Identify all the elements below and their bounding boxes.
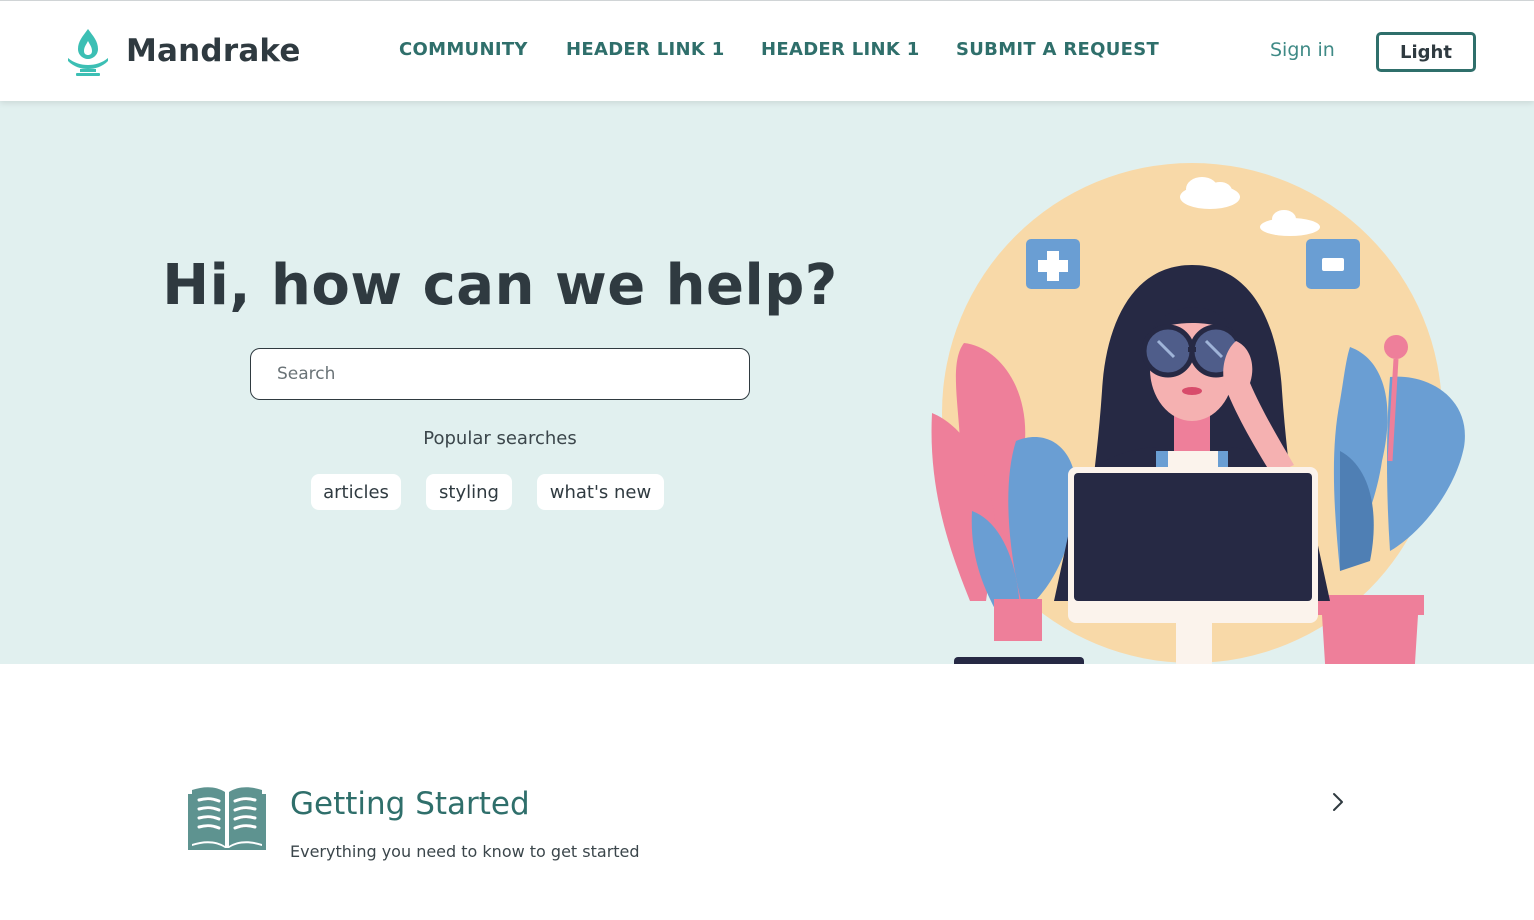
popular-searches-list: articles styling what's new xyxy=(0,474,1000,510)
search-input[interactable] xyxy=(250,348,750,400)
theme-toggle-button[interactable]: Light xyxy=(1376,32,1476,72)
site-header: Mandrake COMMUNITY HEADER LINK 1 HEADER … xyxy=(0,0,1534,101)
popular-search-whats-new[interactable]: what's new xyxy=(537,474,664,510)
category-getting-started[interactable]: Getting Started Everything you need to k… xyxy=(188,776,1348,876)
category-title[interactable]: Getting Started xyxy=(290,786,530,822)
nav-link-submit-request[interactable]: SUBMIT A REQUEST xyxy=(956,39,1159,60)
popular-search-styling[interactable]: styling xyxy=(426,474,512,510)
nav-link-community[interactable]: COMMUNITY xyxy=(399,39,528,60)
sign-in-link[interactable]: Sign in xyxy=(1270,39,1335,61)
hero-section: Hi, how can we help? Popular searches ar… xyxy=(0,101,1534,664)
woman-with-sunglasses-at-computer-illustration xyxy=(931,163,1465,664)
popular-search-articles[interactable]: articles xyxy=(311,474,401,510)
chevron-right-icon[interactable] xyxy=(1330,790,1346,814)
nav-link-header-link-1[interactable]: HEADER LINK 1 xyxy=(566,39,725,60)
category-description: Everything you need to know to get start… xyxy=(290,842,640,861)
popular-searches-label: Popular searches xyxy=(423,428,577,449)
nav-link-header-link-1-second[interactable]: HEADER LINK 1 xyxy=(761,39,920,60)
open-book-icon xyxy=(188,787,266,850)
hero-title: Hi, how can we help? xyxy=(162,253,838,318)
